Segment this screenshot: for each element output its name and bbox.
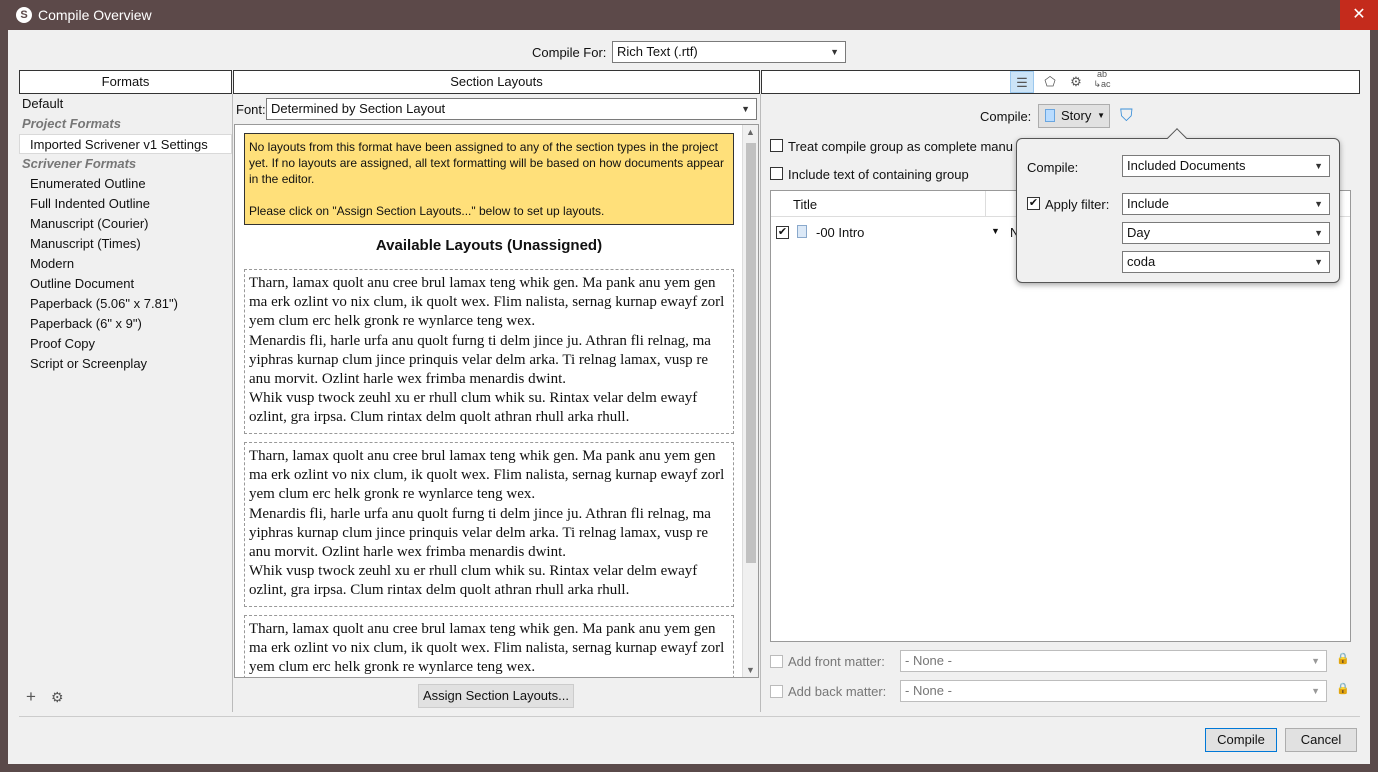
formats-header: Formats	[19, 70, 232, 94]
scroll-thumb[interactable]	[746, 143, 756, 563]
format-item-paperback-6x9[interactable]: Paperback (6" x 9")	[30, 314, 142, 334]
include-containing-group-label: Include text of containing group	[788, 167, 969, 182]
title-column-header[interactable]: Title	[793, 197, 817, 212]
chevron-down-icon: ▼	[1314, 257, 1323, 267]
front-matter-select[interactable]: - None - ▼	[900, 650, 1327, 672]
format-item-manuscript-courier[interactable]: Manuscript (Courier)	[30, 214, 148, 234]
treat-compile-group-label: Treat compile group as complete manu	[788, 139, 1013, 154]
compile-for-select[interactable]: Rich Text (.rtf) ▼	[612, 41, 846, 63]
scroll-up-icon[interactable]: ▲	[746, 127, 755, 137]
back-matter-select[interactable]: - None - ▼	[900, 680, 1327, 702]
chevron-down-icon: ▼	[1314, 161, 1323, 171]
chevron-down-icon: ▼	[1314, 199, 1323, 209]
title-bar: S Compile Overview ✕	[0, 0, 1378, 30]
format-group-project: Project Formats	[22, 116, 121, 131]
include-containing-group-checkbox[interactable]	[770, 167, 783, 180]
format-item-default[interactable]: Default	[22, 94, 63, 114]
assign-section-layouts-button[interactable]: Assign Section Layouts...	[418, 684, 574, 708]
chevron-down-icon: ▼	[1311, 656, 1320, 666]
front-matter-label: Add front matter:	[788, 654, 885, 669]
popover-compile-select[interactable]: Included Documents ▼	[1122, 155, 1330, 177]
scroll-down-icon[interactable]: ▼	[746, 665, 755, 675]
chevron-down-icon: ▼	[1097, 111, 1105, 120]
apply-filter-checkbox[interactable]: ✔	[1027, 197, 1040, 210]
format-group-scrivener: Scrivener Formats	[22, 156, 137, 171]
compile-for-label: Compile For:	[532, 45, 607, 60]
chevron-down-icon: ▼	[1311, 686, 1320, 696]
format-item-full-indented-outline[interactable]: Full Indented Outline	[30, 194, 150, 214]
format-settings-icon[interactable]: ⚙	[51, 689, 64, 706]
formats-divider	[232, 94, 233, 712]
filter-value-select[interactable]: coda ▼	[1122, 251, 1330, 273]
notice-text: No layouts from this format have been as…	[249, 140, 724, 186]
format-item-paperback-506[interactable]: Paperback (5.06" x 7.81")	[30, 294, 178, 314]
font-select[interactable]: Determined by Section Layout ▼	[266, 98, 757, 120]
cancel-button[interactable]: Cancel	[1285, 728, 1357, 752]
lock-icon[interactable]: 🔒	[1336, 682, 1350, 695]
chevron-down-icon: ▼	[1314, 228, 1323, 238]
scrivener-app-icon: S	[16, 7, 32, 23]
layout-sample[interactable]: Tharn, lamax quolt anu cree brul lamax t…	[244, 269, 734, 434]
section-layouts-header: Section Layouts	[233, 70, 760, 94]
format-item-imported-v1[interactable]: Imported Scrivener v1 Settings	[19, 134, 232, 154]
lock-icon[interactable]: 🔒	[1336, 652, 1350, 665]
close-icon[interactable]: ✕	[1340, 0, 1378, 30]
format-item-proof-copy[interactable]: Proof Copy	[30, 334, 95, 354]
document-icon	[1045, 109, 1055, 122]
layouts-scrollbar[interactable]: ▲ ▼	[742, 125, 758, 677]
layout-sample[interactable]: Tharn, lamax quolt anu cree brul lamax t…	[244, 442, 734, 607]
filter-mode-select[interactable]: Include ▼	[1122, 193, 1330, 215]
apply-filter-label: Apply filter:	[1045, 197, 1110, 212]
compile-group-button[interactable]: Story ▼	[1038, 104, 1110, 128]
gear-icon[interactable]: ⚙	[1064, 71, 1088, 93]
format-item-modern[interactable]: Modern	[30, 254, 74, 274]
column-divider	[985, 191, 986, 217]
compile-group-label: Compile:	[980, 109, 1032, 124]
right-panel-tabbar: ☰ ⬠ ⚙ ab ↳ac	[761, 69, 1360, 94]
compile-button[interactable]: Compile	[1205, 728, 1277, 752]
include-row-checkbox[interactable]: ✔	[776, 226, 789, 239]
available-layouts-title: Available Layouts (Unassigned)	[375, 237, 603, 254]
layouts-preview: No layouts from this format have been as…	[234, 124, 759, 678]
back-matter-checkbox[interactable]	[770, 685, 783, 698]
format-item-manuscript-times[interactable]: Manuscript (Times)	[30, 234, 141, 254]
layouts-divider	[760, 94, 761, 712]
tag-icon[interactable]: ⬠	[1038, 71, 1062, 93]
back-matter-label: Add back matter:	[788, 684, 887, 699]
document-icon	[797, 225, 807, 238]
chevron-down-icon: ▼	[830, 47, 839, 57]
font-label: Font:	[236, 102, 266, 117]
treat-compile-group-checkbox[interactable]	[770, 139, 783, 152]
filter-field-select[interactable]: Day ▼	[1122, 222, 1330, 244]
footer-divider	[19, 716, 1360, 717]
replace-icon[interactable]: ab ↳ac	[1090, 69, 1114, 89]
window-title: Compile Overview	[38, 7, 152, 23]
chevron-down-icon: ▼	[741, 104, 750, 114]
format-item-outline-document[interactable]: Outline Document	[30, 274, 134, 294]
formats-list: Default Project Formats Imported Scriven…	[19, 94, 232, 704]
add-format-icon[interactable]: +	[26, 687, 36, 707]
unassigned-notice: No layouts from this format have been as…	[244, 133, 734, 225]
popover-arrow	[1167, 128, 1187, 148]
filter-popover: Compile: Included Documents ▼ ✔ Apply fi…	[1016, 128, 1340, 283]
layout-sample[interactable]: Tharn, lamax quolt anu cree brul lamax t…	[244, 615, 734, 677]
chevron-down-icon[interactable]: ▼	[991, 226, 1000, 236]
popover-compile-label: Compile:	[1027, 160, 1079, 175]
format-item-script-screenplay[interactable]: Script or Screenplay	[30, 354, 147, 374]
row-title: -00 Intro	[816, 225, 865, 240]
format-item-enumerated-outline[interactable]: Enumerated Outline	[30, 174, 146, 194]
list-icon[interactable]: ☰	[1010, 71, 1034, 93]
notice-instruction: Please click on "Assign Section Layouts.…	[249, 204, 605, 218]
front-matter-checkbox[interactable]	[770, 655, 783, 668]
filter-icon[interactable]: ⛉	[1120, 106, 1133, 126]
compile-dialog: Compile For: Rich Text (.rtf) ▼ Formats …	[8, 30, 1370, 764]
